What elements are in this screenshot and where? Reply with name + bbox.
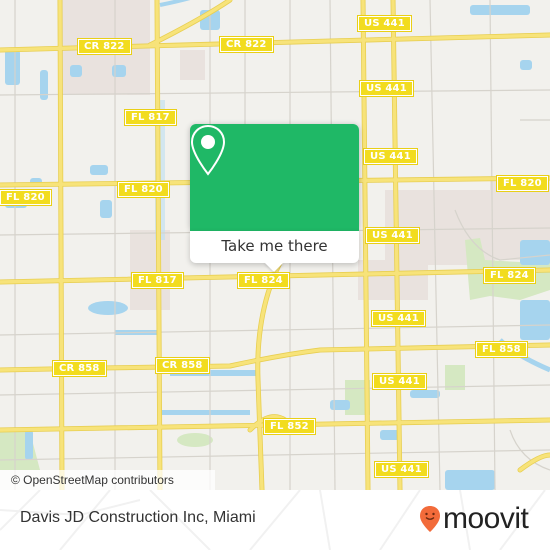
- road-shield-us441-d: US 441: [365, 227, 420, 244]
- road-shield-cr858-a: CR 858: [52, 360, 107, 377]
- place-name: Davis JD Construction Inc, Miami: [20, 509, 256, 526]
- take-me-there-button[interactable]: Take me there: [190, 231, 359, 263]
- water-body: [100, 200, 112, 218]
- road-shield-fl820-c: FL 820: [496, 175, 549, 192]
- water-body: [470, 5, 530, 15]
- road-shield-cr822-b: CR 822: [219, 36, 274, 53]
- water-body: [330, 400, 350, 410]
- footer-bar: Davis JD Construction Inc, Miami moovit: [0, 490, 550, 550]
- urban-area: [180, 50, 205, 80]
- road-shield-us441-b: US 441: [359, 80, 414, 97]
- map-pin-icon: [190, 124, 226, 176]
- map-attribution[interactable]: © OpenStreetMap contributors: [0, 470, 215, 490]
- park-area: [0, 430, 40, 470]
- minor-road: [0, 324, 550, 336]
- road-shield-us441-g: US 441: [374, 461, 429, 478]
- moovit-smiley-pin-icon: [420, 506, 440, 532]
- water-body: [410, 390, 440, 398]
- major-road: [58, 0, 64, 490]
- popup-pointer: [264, 262, 284, 272]
- road-shield-fl824-b: FL 824: [483, 267, 536, 284]
- road-shield-fl824-a: FL 824: [237, 272, 290, 289]
- water-body: [520, 240, 550, 265]
- destination-popup: Take me there: [190, 124, 359, 272]
- road-shield-fl858: FL 858: [475, 341, 528, 358]
- road-shield-fl817-b: FL 817: [131, 272, 184, 289]
- water-body: [520, 300, 550, 340]
- canal: [160, 410, 250, 415]
- urban-area: [130, 230, 170, 310]
- water-body: [88, 301, 128, 315]
- road-shield-fl820-b: FL 820: [117, 181, 170, 198]
- water-body: [520, 60, 532, 70]
- road-shield-fl820-a: FL 820: [0, 189, 52, 206]
- road-shield-us441-a: US 441: [357, 15, 412, 32]
- water-body: [445, 470, 495, 490]
- popup-header: [190, 124, 359, 231]
- park-area: [177, 433, 213, 447]
- water-body: [5, 50, 20, 85]
- road-shield-fl817-a: FL 817: [124, 109, 177, 126]
- road-shield-cr858-b: CR 858: [155, 357, 210, 374]
- map-view[interactable]: CR 822 CR 822 US 441 US 441 FL 817 US 441 FL 8…: [0, 0, 550, 490]
- road-shield-us441-f: US 441: [372, 373, 427, 390]
- road-shield-fl852: FL 852: [263, 418, 316, 435]
- water-body: [70, 65, 82, 77]
- moovit-wordmark: moovit: [443, 502, 529, 535]
- road-shield-us441-c: US 441: [363, 148, 418, 165]
- water-body: [25, 430, 33, 460]
- canal: [159, 0, 191, 7]
- minor-road: [0, 384, 550, 396]
- road-shield-us441-e: US 441: [371, 310, 426, 327]
- water-body: [112, 65, 126, 77]
- water-body: [90, 165, 108, 175]
- moovit-logo[interactable]: moovit: [419, 502, 529, 535]
- water-body: [40, 70, 48, 100]
- road-shield-cr822-a: CR 822: [77, 38, 132, 55]
- minor-road: [0, 449, 550, 461]
